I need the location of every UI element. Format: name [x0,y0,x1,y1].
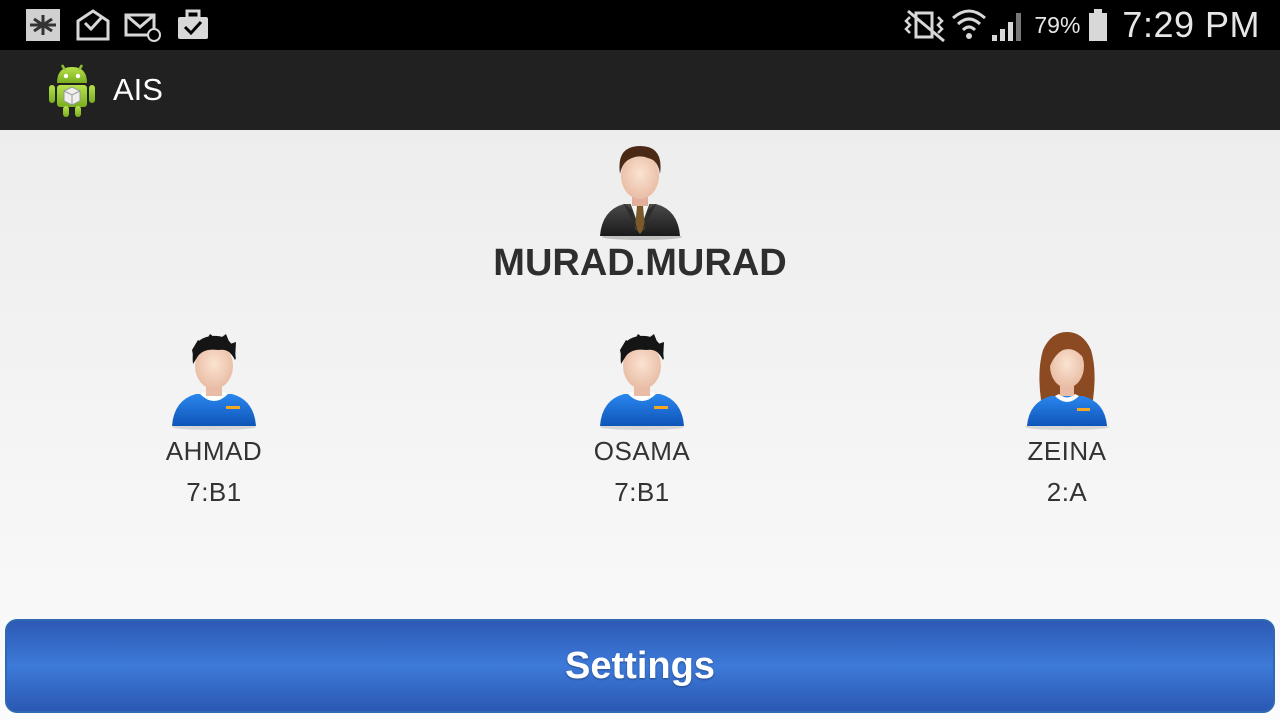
male-student-avatar-icon [596,330,688,430]
briefcase-check-icon [178,9,208,39]
businessman-avatar-icon [600,146,682,240]
action-bar: AIS [0,50,1280,130]
teacher-name: MURAD.MURAD [493,242,787,284]
mail-check-icon [76,9,110,41]
student-class: 7:B1 [614,477,670,507]
female-student-avatar-icon [1021,330,1113,430]
notification-icons [24,7,212,43]
wifi-icon [952,9,987,39]
student-card-osama[interactable]: OSAMA 7:B1 [542,330,742,508]
email-icon [124,13,161,42]
male-student-avatar-icon [168,330,260,430]
signal-icon [992,13,1022,41]
status-clock: 7:29 PM [1122,4,1260,45]
student-card-ahmad[interactable]: AHMAD 7:B1 [114,330,314,508]
system-status-icons: 79% 7:29 PM [900,0,1260,50]
student-name: ZEINA [1027,436,1107,466]
app-title: AIS [113,72,163,107]
student-class: 7:B1 [186,477,242,507]
android-app-icon[interactable] [46,61,98,119]
vibrate-icon [904,9,946,43]
airplane-notification-icon [26,9,60,41]
student-name: OSAMA [593,436,691,466]
status-bar: 79% 7:29 PM [0,0,1280,50]
battery-percent: 79% [1034,11,1081,38]
student-class: 2:A [1046,477,1088,507]
battery-icon [1089,9,1108,41]
student-card-zeina[interactable]: ZEINA 2:A [967,330,1167,508]
settings-button[interactable]: Settings [5,619,1275,713]
student-name: AHMAD [165,436,263,466]
